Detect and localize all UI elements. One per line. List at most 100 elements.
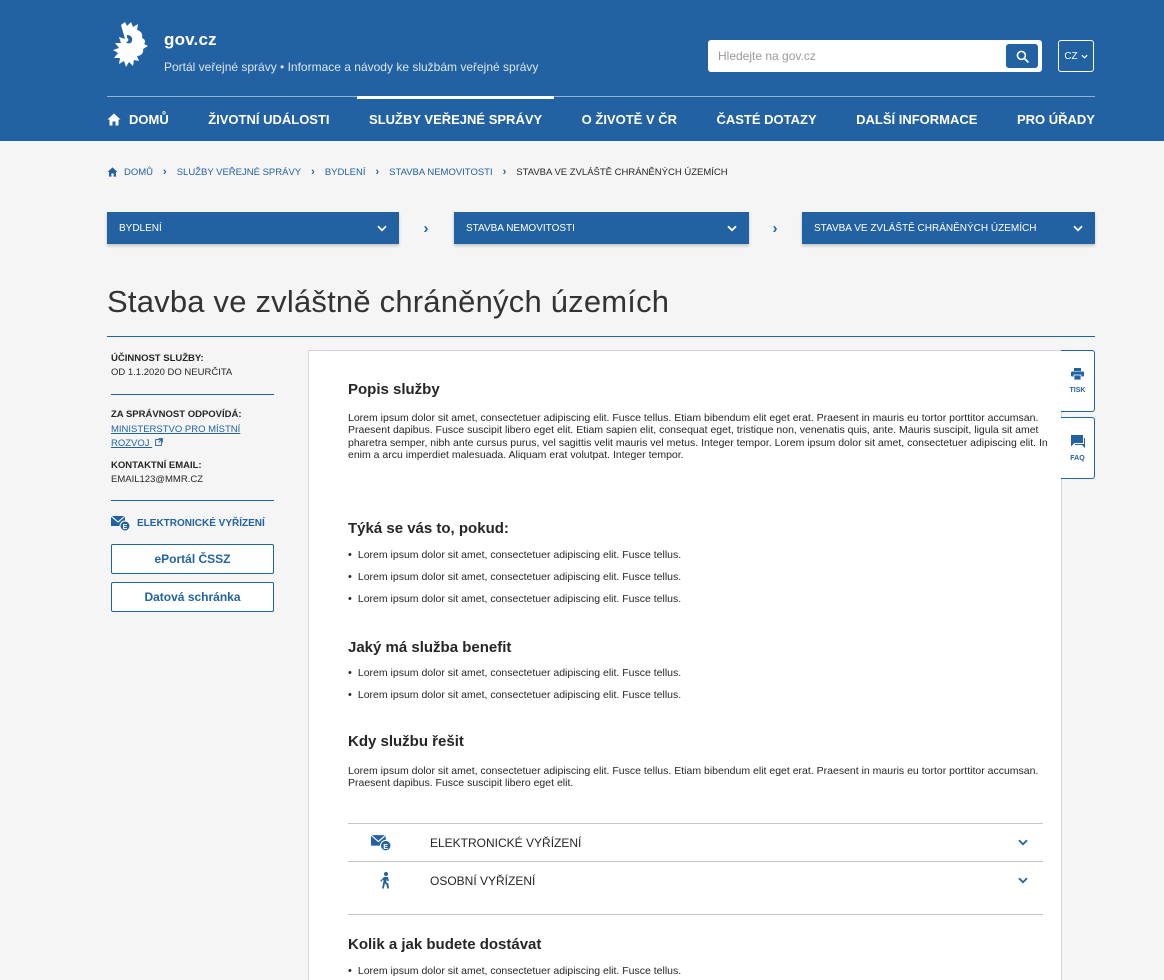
chevron-right-icon: ›: [423, 219, 429, 237]
svg-text:e: e: [123, 524, 128, 531]
breadcrumb-separator-icon: ›: [502, 166, 507, 178]
breadcrumb-current: Stavba ve zvláště chráněných územích: [516, 166, 728, 178]
printer-icon: [1071, 368, 1084, 380]
email-value: email123@mmr.cz: [111, 474, 203, 485]
selector-housing-label: Bydlení: [119, 222, 162, 234]
nav-more-info[interactable]: Další informace: [856, 97, 977, 141]
main-navigation: Domů Životní události Služby veřejné spr…: [107, 96, 1095, 141]
selector-construction-label: Stavba nemovitosti: [466, 222, 575, 234]
language-select[interactable]: CZ: [1058, 40, 1094, 72]
nav-offices[interactable]: Pro úřady: [1017, 97, 1095, 141]
site-header: gov.cz Portál veřejné správy • Informace…: [0, 0, 1164, 141]
svg-text:e: e: [383, 842, 388, 851]
section-text-description: Lorem ipsum dolor sit amet, consectetuer…: [348, 412, 1048, 462]
responsible-ministry-link[interactable]: Ministerstvo pro místní rozvoj: [111, 423, 274, 451]
print-button[interactable]: Tisk: [1061, 350, 1095, 412]
nav-home-label: Domů: [129, 111, 169, 127]
section-heading-when: Kdy službu řešit: [348, 733, 464, 750]
list-item: Lorem ipsum dolor sit amet, consectetuer…: [348, 588, 1048, 610]
section-heading-benefit: Jaký má služba benefit: [348, 639, 512, 656]
applies-to-list: Lorem ipsum dolor sit amet, consectetuer…: [348, 544, 1048, 610]
walking-person-icon: [380, 872, 389, 889]
accordion-electronic-icon-wrap: e: [348, 834, 392, 851]
e-mail-processing-icon: e: [371, 834, 392, 851]
chat-bubble-icon: [1070, 434, 1085, 448]
data-box-button[interactable]: Datová schránka: [111, 582, 274, 612]
search-button[interactable]: [1006, 44, 1038, 68]
chevron-down-icon: [1018, 839, 1028, 846]
external-link-icon: [155, 438, 164, 446]
sidebar-divider: [111, 394, 274, 395]
chevron-right-icon: ›: [772, 219, 778, 237]
how-much-list: Lorem ipsum dolor sit amet, consectetuer…: [348, 960, 1048, 980]
faq-label: FAQ: [1070, 454, 1085, 462]
benefit-list: Lorem ipsum dolor sit amet, consectetuer…: [348, 662, 1048, 706]
faq-button[interactable]: FAQ: [1061, 417, 1095, 479]
home-icon: [107, 113, 121, 125]
chevron-down-icon: [727, 225, 737, 231]
chevron-down-icon: [377, 225, 387, 231]
electronic-processing-label: Elektronické vyřízení: [137, 517, 265, 529]
accordion-electronic-label: Elektronické vyřízení: [430, 835, 582, 850]
section-heading-description: Popis služby: [348, 381, 440, 398]
validity-label: Účinnost služby:: [111, 353, 204, 364]
list-item: Lorem ipsum dolor sit amet, consectetuer…: [348, 662, 1048, 684]
nav-services[interactable]: Služby veřejné správy: [357, 96, 555, 141]
chevron-down-icon: [1018, 877, 1028, 884]
list-item: Lorem ipsum dolor sit amet, consectetuer…: [348, 960, 1048, 980]
responsible-link-line-1: Ministerstvo pro místní: [111, 424, 241, 435]
section-text-when: Lorem ipsum dolor sit amet, consectetuer…: [348, 765, 1039, 790]
accordion-personal-label: Osobní vyřízení: [430, 873, 536, 888]
accordion-personal-chevron: [1003, 877, 1043, 884]
responsible-label: Za správnost odpovídá:: [111, 409, 242, 420]
breadcrumb-separator-icon: ›: [163, 166, 167, 178]
section-heading-applies-to: Týká se vás to, pokud:: [348, 520, 509, 537]
search-box: [708, 40, 1042, 72]
breadcrumb-home[interactable]: Domů: [124, 167, 153, 178]
search-icon: [1016, 50, 1029, 63]
page-title: Stavba ve zvláštně chráněných územích: [107, 284, 670, 319]
accordion-bottom-divider: [348, 914, 1043, 915]
electronic-processing-heading: e Elektronické vyřízení: [111, 515, 274, 531]
selector-construction[interactable]: Stavba nemovitosti: [454, 212, 749, 244]
responsible-link-line-2: rozvoj: [111, 438, 150, 449]
selector-protected-areas-label: Stavba ve zvláště chráněných územích: [814, 222, 1037, 234]
czech-lion-logo-icon[interactable]: [107, 21, 149, 71]
list-item: Lorem ipsum dolor sit amet, consectetuer…: [348, 544, 1048, 566]
breadcrumb: Domů › Služby veřejné správy › Bydlení ›…: [107, 166, 728, 178]
accordion-electronic-processing[interactable]: e Elektronické vyřízení: [348, 823, 1043, 861]
service-info-sidebar: Účinnost služby: Od 1.1.2020 do neurčita…: [111, 353, 274, 612]
selector-protected-areas[interactable]: Stavba ve zvláště chráněných územích: [802, 212, 1095, 244]
nav-home[interactable]: Domů: [107, 97, 169, 141]
breadcrumb-construction[interactable]: Stavba nemovitosti: [389, 167, 492, 178]
selector-housing[interactable]: Bydlení: [107, 212, 399, 244]
language-label: CZ: [1064, 50, 1078, 62]
home-icon[interactable]: [107, 167, 118, 177]
accordion-personal-icon-wrap: [348, 872, 392, 889]
title-divider: [107, 336, 1095, 337]
accordion-personal-processing[interactable]: Osobní vyřízení: [348, 861, 1043, 899]
breadcrumb-services[interactable]: Služby veřejné správy: [177, 167, 301, 178]
eportal-cssz-button[interactable]: ePortál ČSSZ: [111, 544, 274, 574]
chevron-down-icon: [1073, 225, 1083, 231]
nav-life-events[interactable]: Životní události: [208, 97, 329, 141]
print-label: Tisk: [1069, 387, 1086, 394]
nav-faq[interactable]: Časté dotazy: [716, 97, 816, 141]
list-item: Lorem ipsum dolor sit amet, consectetuer…: [348, 684, 1048, 706]
search-input[interactable]: [708, 40, 1006, 72]
chevron-down-icon: [1081, 54, 1088, 59]
breadcrumb-housing[interactable]: Bydlení: [325, 167, 366, 178]
nav-life-in-cz[interactable]: O životě v ČR: [582, 97, 677, 141]
site-subtitle: Portál veřejné správy • Informace a návo…: [164, 60, 539, 74]
service-detail-card: Popis služby Lorem ipsum dolor sit amet,…: [308, 350, 1062, 980]
section-heading-how-much: Kolik a jak budete dostávat: [348, 936, 542, 953]
page-tools: Tisk FAQ: [1061, 350, 1095, 484]
email-label: Kontaktní email:: [111, 460, 202, 471]
sidebar-divider: [111, 500, 274, 501]
e-mail-processing-icon: e: [111, 515, 131, 531]
breadcrumb-separator-icon: ›: [311, 166, 315, 178]
list-item: Lorem ipsum dolor sit amet, consectetuer…: [348, 566, 1048, 588]
site-name[interactable]: gov.cz: [164, 30, 217, 50]
accordion-electronic-chevron: [1003, 839, 1043, 846]
breadcrumb-separator-icon: ›: [375, 166, 380, 178]
